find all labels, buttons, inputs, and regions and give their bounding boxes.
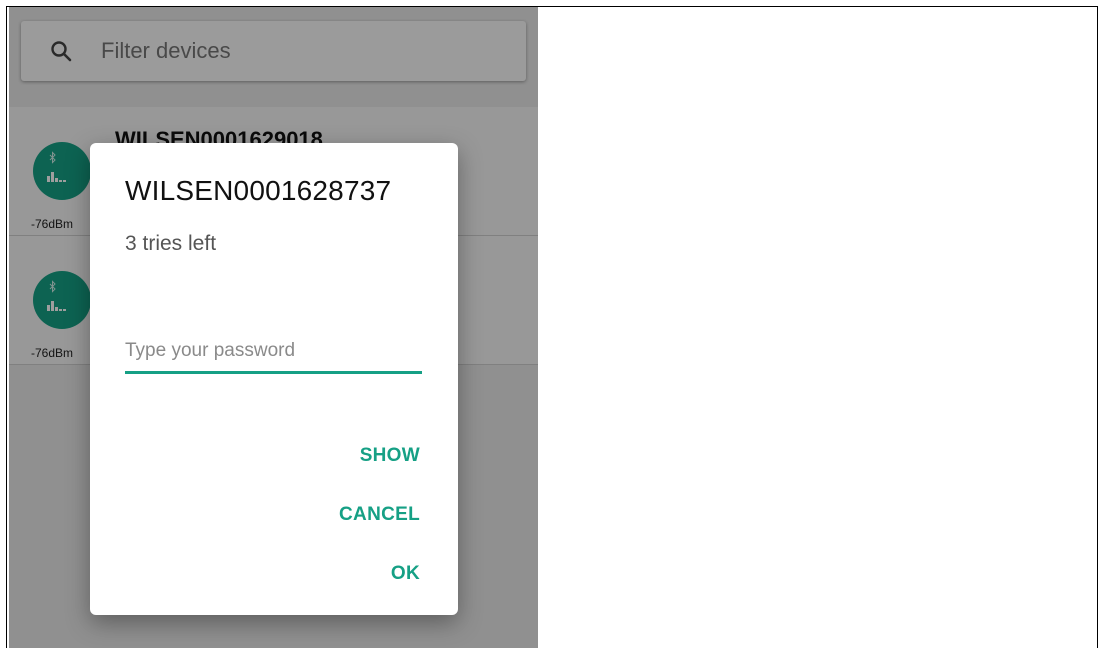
dialog-title: WILSEN0001628737 [125, 175, 392, 206]
ok-button[interactable]: OK [391, 563, 420, 585]
show-password-button[interactable]: SHOW [360, 445, 420, 467]
cancel-button[interactable]: CANCEL [339, 504, 420, 526]
password-input[interactable] [125, 331, 422, 374]
password-dialog: WILSEN0001628737 3 tries left SHOW CANCE… [90, 143, 458, 615]
device-list-screen: -76dBm WILSEN0001629018 -76dBm WILSEN000… [9, 7, 538, 648]
tries-left-text: 3 tries left [125, 232, 217, 255]
